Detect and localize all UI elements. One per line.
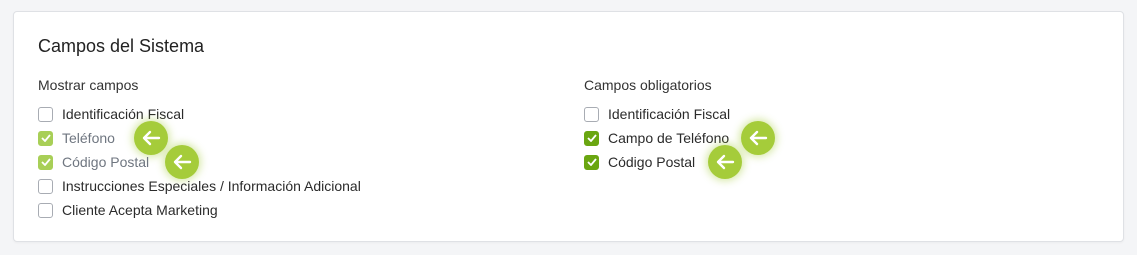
system-fields-card: Campos del Sistema Mostrar campos Identi… bbox=[13, 11, 1124, 242]
required-fields-column: Campos obligatorios Identificación Fisca… bbox=[584, 77, 775, 179]
show-field-marketing[interactable]: Cliente Acepta Marketing bbox=[38, 198, 361, 222]
checkbox[interactable] bbox=[38, 106, 53, 122]
checkbox-label: Código Postal bbox=[62, 154, 150, 170]
required-field-tax-id[interactable]: Identificación Fiscal bbox=[584, 102, 730, 126]
section-title: Campos del Sistema bbox=[38, 36, 205, 56]
checkbox[interactable] bbox=[38, 154, 53, 170]
checkbox-label: Campo de Teléfono bbox=[608, 130, 730, 146]
checkbox-label: Código Postal bbox=[608, 154, 696, 170]
arrow-left-icon bbox=[708, 145, 742, 179]
checkbox[interactable] bbox=[584, 130, 599, 146]
check-icon bbox=[40, 158, 51, 166]
checkbox[interactable] bbox=[38, 202, 53, 218]
show-field-postal-code[interactable]: Código Postal bbox=[38, 145, 361, 179]
show-field-tax-id[interactable]: Identificación Fiscal bbox=[38, 102, 361, 126]
arrow-left-icon bbox=[741, 121, 775, 155]
checkbox[interactable] bbox=[38, 178, 53, 194]
checkbox-label: Identificación Fiscal bbox=[608, 106, 731, 122]
checkbox[interactable] bbox=[584, 154, 599, 170]
checkbox-label: Cliente Acepta Marketing bbox=[62, 202, 218, 218]
check-icon bbox=[40, 134, 51, 142]
checkbox-label: Instrucciones Especiales / Información A… bbox=[62, 178, 361, 194]
show-fields-label: Mostrar campos bbox=[38, 77, 139, 93]
show-field-phone[interactable]: Teléfono bbox=[38, 121, 361, 155]
check-icon bbox=[586, 158, 597, 166]
checkbox[interactable] bbox=[38, 130, 53, 146]
show-field-special-instructions[interactable]: Instrucciones Especiales / Información A… bbox=[38, 174, 361, 198]
checkbox[interactable] bbox=[584, 106, 599, 122]
checkbox-label: Teléfono bbox=[62, 130, 115, 146]
show-fields-column: Mostrar campos Identificación Fiscal Tel… bbox=[38, 78, 361, 222]
check-icon bbox=[586, 134, 597, 142]
checkbox-label: Identificación Fiscal bbox=[62, 106, 185, 122]
required-fields-label: Campos obligatorios bbox=[584, 77, 712, 93]
required-field-phone[interactable]: Campo de Teléfono bbox=[584, 121, 775, 155]
required-field-postal-code[interactable]: Código Postal bbox=[584, 145, 742, 179]
